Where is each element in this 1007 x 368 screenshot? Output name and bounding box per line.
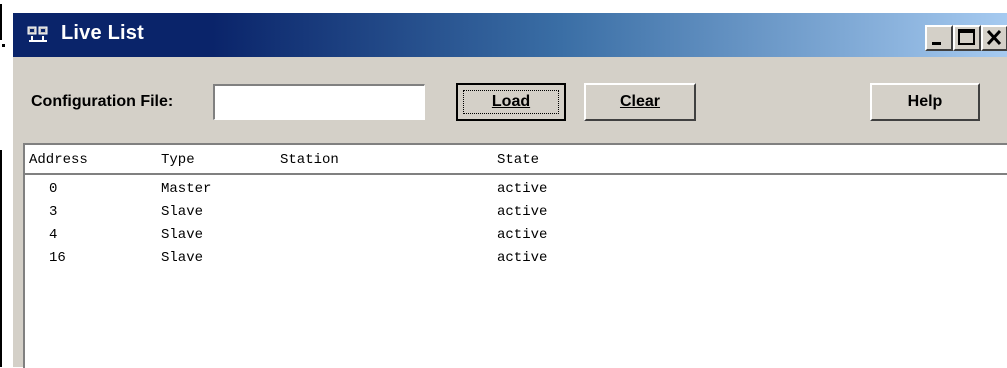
cell-state: active bbox=[497, 250, 548, 266]
column-header-type[interactable]: Type bbox=[161, 152, 195, 168]
maximize-button[interactable] bbox=[953, 25, 981, 51]
background-window-mark bbox=[2, 44, 5, 47]
close-button[interactable] bbox=[981, 25, 1007, 51]
focus-rectangle bbox=[463, 90, 559, 114]
title-bar[interactable]: Live List bbox=[13, 13, 1007, 57]
cell-state: active bbox=[497, 181, 548, 197]
minimize-icon bbox=[932, 42, 941, 45]
cell-address: 3 bbox=[49, 204, 58, 220]
cell-state: active bbox=[497, 204, 548, 220]
background-window-edge-lower bbox=[0, 150, 2, 367]
load-button[interactable]: Load bbox=[456, 83, 566, 121]
window-title: Live List bbox=[61, 22, 144, 44]
cell-type: Slave bbox=[161, 204, 204, 220]
help-button[interactable]: Help bbox=[870, 83, 980, 121]
cell-type: Slave bbox=[161, 227, 204, 243]
list-row[interactable]: 4 Slave active bbox=[25, 225, 1007, 248]
clear-button[interactable]: Clear bbox=[584, 83, 696, 121]
cell-type: Master bbox=[161, 181, 212, 197]
column-header-state[interactable]: State bbox=[497, 152, 539, 168]
column-header-address[interactable]: Address bbox=[29, 152, 88, 168]
cell-address: 4 bbox=[49, 227, 58, 243]
background-window-edge bbox=[0, 4, 2, 40]
list-row[interactable]: 16 Slave active bbox=[25, 248, 1007, 271]
list-header: Address Type Station State bbox=[25, 145, 1007, 175]
live-list-window: Live List Configuration File: Load Clear… bbox=[12, 12, 1007, 368]
network-icon bbox=[27, 26, 48, 42]
maximize-icon bbox=[958, 29, 975, 45]
cell-type: Slave bbox=[161, 250, 204, 266]
help-button-label: Help bbox=[907, 93, 943, 110]
list-row[interactable]: 0 Master active bbox=[25, 179, 1007, 202]
list-row[interactable]: 3 Slave active bbox=[25, 202, 1007, 225]
column-header-station[interactable]: Station bbox=[280, 152, 339, 168]
close-icon bbox=[986, 29, 1002, 46]
configuration-file-label: Configuration File: bbox=[31, 93, 174, 110]
cell-address: 0 bbox=[49, 181, 58, 197]
clear-button-label: Clear bbox=[619, 93, 661, 110]
live-list-view[interactable]: Address Type Station State 0 Master acti… bbox=[23, 143, 1007, 368]
cell-address: 16 bbox=[49, 250, 66, 266]
configuration-file-input[interactable] bbox=[213, 84, 425, 120]
minimize-button[interactable] bbox=[925, 25, 953, 51]
cell-state: active bbox=[497, 227, 548, 243]
